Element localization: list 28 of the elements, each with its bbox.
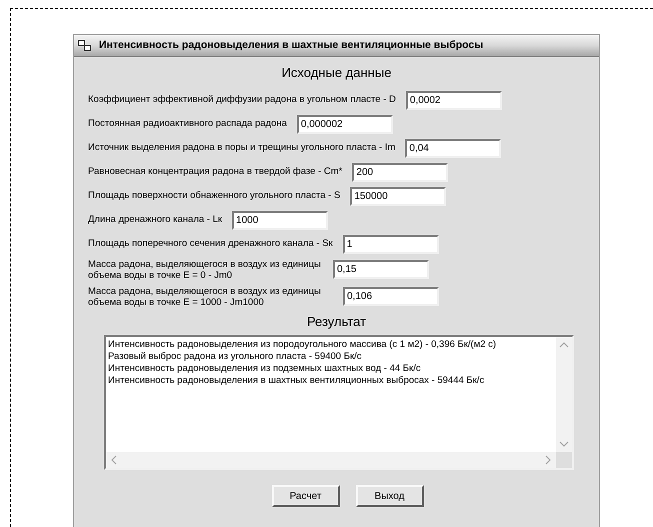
dialog-button[interactable]: Расчет	[272, 485, 340, 507]
section-heading: Исходные данные	[282, 64, 392, 82]
input-field[interactable]: 0,000002	[296, 114, 393, 134]
result-field[interactable]	[104, 335, 574, 470]
input-field[interactable]: 200	[352, 162, 448, 182]
field-label: Масса радона, выделяющегося в воздух из единицы объема воды в точке E = 0 - Jm0	[88, 258, 322, 280]
field-label: Площадь поверхности обнаженного угольного пласта - S	[88, 188, 340, 203]
section-heading: Результат	[306, 312, 366, 331]
input-field[interactable]: 150000	[350, 186, 446, 206]
window-icon	[78, 40, 91, 51]
vertical-scrollbar[interactable]	[556, 337, 572, 452]
scrollbar-corner	[556, 452, 572, 468]
field-label: Постоянная радиоактивного распада радона	[88, 116, 287, 131]
field-label: Равновесная концентрация радона в твердой фазе - Cm*	[88, 164, 342, 179]
field-label: Масса радона, выделяющегося в воздух из единицы объема воды в точке E = 1000 - Jm1000	[88, 286, 322, 308]
field-label: Площадь поперечного сечения дренажного канала - Sк	[88, 236, 333, 251]
field-label: Источник выделения радона в поры и трещины угольного пласта - Im	[88, 140, 396, 155]
input-field[interactable]: 0,04	[405, 138, 502, 158]
dialog-button[interactable]: Выход	[356, 485, 424, 507]
field-label: Длина дренажного канала - Lк	[88, 212, 222, 227]
window-title: Интенсивность радоновыделения в шахтные вентиляционные выбросы	[99, 38, 484, 53]
input-field[interactable]: 1000	[232, 210, 328, 230]
horizontal-scrollbar[interactable]	[106, 452, 556, 468]
input-field[interactable]: 0,106	[343, 287, 439, 306]
field-label: Коэффициент эффективной диффузии радона в угольном пласте - D	[88, 92, 396, 107]
input-field[interactable]: 0,0002	[406, 90, 502, 110]
input-field[interactable]: 1	[342, 234, 439, 254]
input-field[interactable]: 0,15	[333, 260, 429, 279]
